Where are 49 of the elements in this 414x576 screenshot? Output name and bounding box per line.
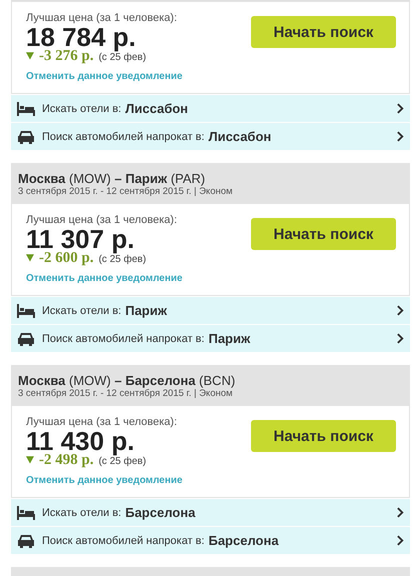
offer-row[interactable]: Искать отели в: Лиссабон	[11, 95, 410, 122]
route-title: Москва (MOW) – Париж (PAR)	[18, 171, 206, 186]
down-triangle-icon	[26, 253, 34, 262]
change-date: (с 25 фев)	[98, 254, 146, 267]
search-button[interactable]: Начать поиск	[251, 218, 396, 250]
bed-icon	[17, 102, 35, 116]
price-label: Лучшая цена (за 1 человека):	[26, 416, 178, 428]
trip-dates: 3 сентября 2015 г. - 12 сентября 2015 г. | Эконом	[18, 186, 234, 198]
chevron-right-icon	[397, 131, 404, 142]
change-date: (с 25 фев)	[98, 456, 146, 469]
offer-row[interactable]: Поиск автомобилей напрокат в: Барселона	[11, 527, 410, 554]
city-name: Барселона	[125, 505, 196, 520]
offer-label: Поиск автомобилей напрокат в:	[42, 534, 204, 546]
offer-row[interactable]: Поиск автомобилей напрокат в: Париж	[11, 325, 410, 352]
car-icon	[17, 534, 35, 548]
route-title: Москва (MOW) – Барселона (BCN)	[18, 373, 236, 388]
chevron-right-icon	[397, 507, 404, 518]
chevron-right-icon	[397, 333, 404, 344]
offer-label: Поиск автомобилей напрокат в:	[42, 130, 204, 142]
price-change: -2 600 р.	[39, 251, 94, 265]
offer-row[interactable]: Искать отели в: Барселона	[11, 499, 410, 526]
change-date: (с 25 фев)	[98, 52, 146, 65]
chevron-right-icon	[397, 535, 404, 546]
bed-icon	[17, 506, 35, 520]
search-button[interactable]: Начать поиск	[251, 420, 396, 452]
search-button[interactable]: Начать поиск	[251, 16, 396, 48]
down-triangle-icon	[26, 455, 34, 464]
bed-icon	[17, 304, 35, 318]
city-name: Париж	[125, 303, 168, 318]
offer-label: Искать отели в:	[42, 304, 122, 316]
city-name: Барселона	[208, 533, 280, 548]
car-icon	[17, 332, 35, 346]
chevron-right-icon	[397, 305, 404, 316]
trip-dates: 3 сентября 2015 г. - 12 сентября 2015 г. | Эконом	[18, 388, 234, 400]
price-change: -3 276 р.	[39, 49, 94, 63]
car-icon	[17, 130, 35, 144]
price-label: Лучшая цена (за 1 человека):	[26, 214, 178, 226]
city-name: Париж	[208, 331, 252, 346]
price-label: Лучшая цена (за 1 человека):	[26, 12, 178, 24]
price-change: -2 498 р.	[39, 453, 94, 467]
chevron-right-icon	[397, 103, 404, 114]
offer-row[interactable]: Искать отели в: Париж	[11, 297, 410, 324]
down-triangle-icon	[26, 51, 34, 60]
offer-row[interactable]: Поиск автомобилей напрокат в: Лиссабон	[11, 123, 410, 150]
city-name: Лиссабон	[125, 101, 190, 116]
city-name: Лиссабон	[208, 129, 272, 144]
offer-label: Искать отели в:	[42, 102, 122, 114]
offer-label: Искать отели в:	[42, 506, 122, 518]
offer-label: Поиск автомобилей напрокат в:	[42, 332, 204, 344]
